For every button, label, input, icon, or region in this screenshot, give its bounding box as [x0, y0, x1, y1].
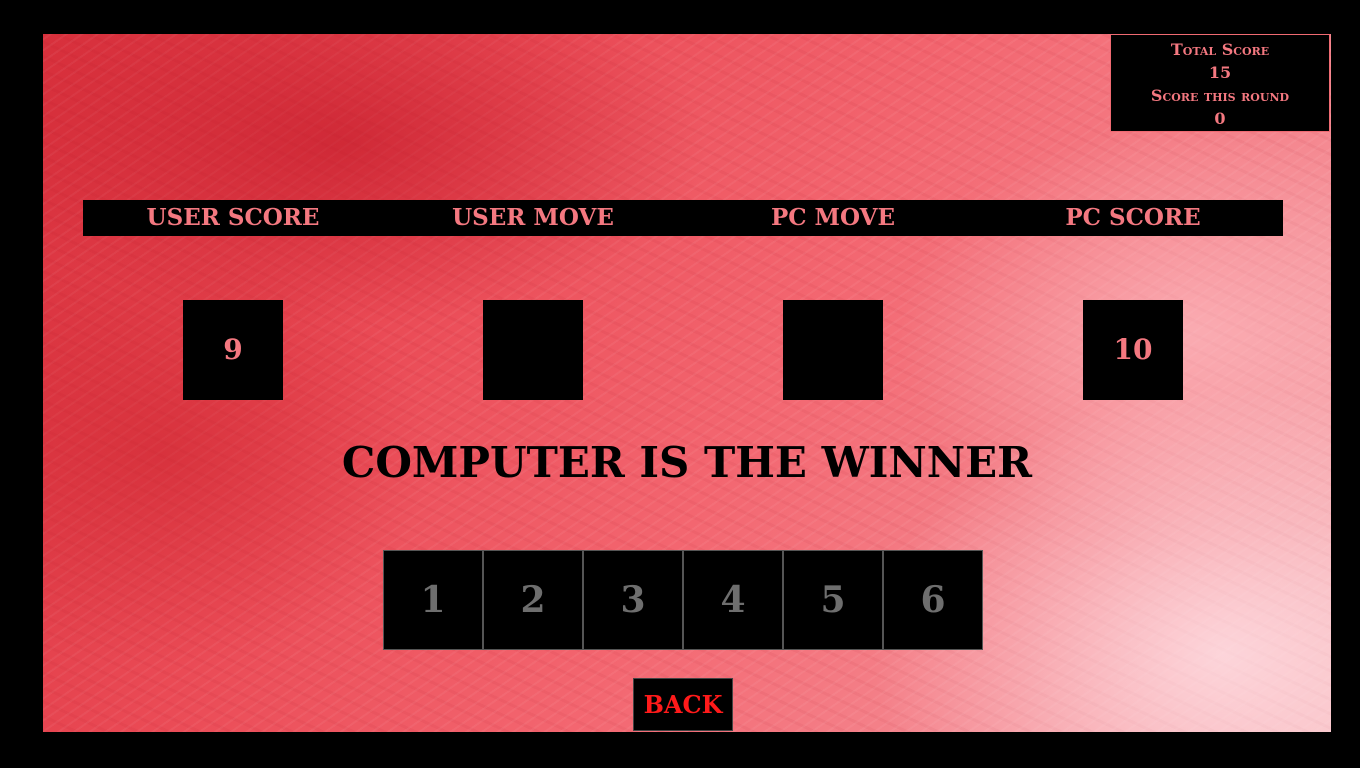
- move-button-4[interactable]: 4: [683, 550, 783, 650]
- user-move-header: USER MOVE: [452, 204, 614, 231]
- score-panel: Total Score 15 Score this round 0: [1110, 34, 1330, 132]
- game-canvas: Total Score 15 Score this round 0 USER S…: [43, 34, 1331, 732]
- total-score-value: 15: [1208, 63, 1232, 82]
- round-score-value: 0: [1214, 109, 1226, 128]
- total-score-label: Total Score: [1170, 40, 1270, 59]
- score-header-bar: USER SCORE USER MOVE PC MOVE PC SCORE: [83, 200, 1283, 236]
- result-message: COMPUTER IS THE WINNER: [341, 438, 1033, 487]
- pc-score-box: 10: [1083, 300, 1183, 400]
- pc-score-header: PC SCORE: [1065, 204, 1201, 231]
- move-button-row: 1 2 3 4 5 6: [383, 550, 983, 650]
- move-button-2[interactable]: 2: [483, 550, 583, 650]
- user-score-box: 9: [183, 300, 283, 400]
- move-button-6[interactable]: 6: [883, 550, 983, 650]
- move-button-1[interactable]: 1: [383, 550, 483, 650]
- user-score-header: USER SCORE: [146, 204, 320, 231]
- back-button[interactable]: BACK: [633, 678, 733, 731]
- move-button-3[interactable]: 3: [583, 550, 683, 650]
- pc-move-box: [783, 300, 883, 400]
- user-move-box: [483, 300, 583, 400]
- game-frame: Total Score 15 Score this round 0 USER S…: [0, 0, 1360, 768]
- pc-move-header: PC MOVE: [770, 204, 896, 231]
- move-button-5[interactable]: 5: [783, 550, 883, 650]
- round-score-label: Score this round: [1150, 86, 1290, 105]
